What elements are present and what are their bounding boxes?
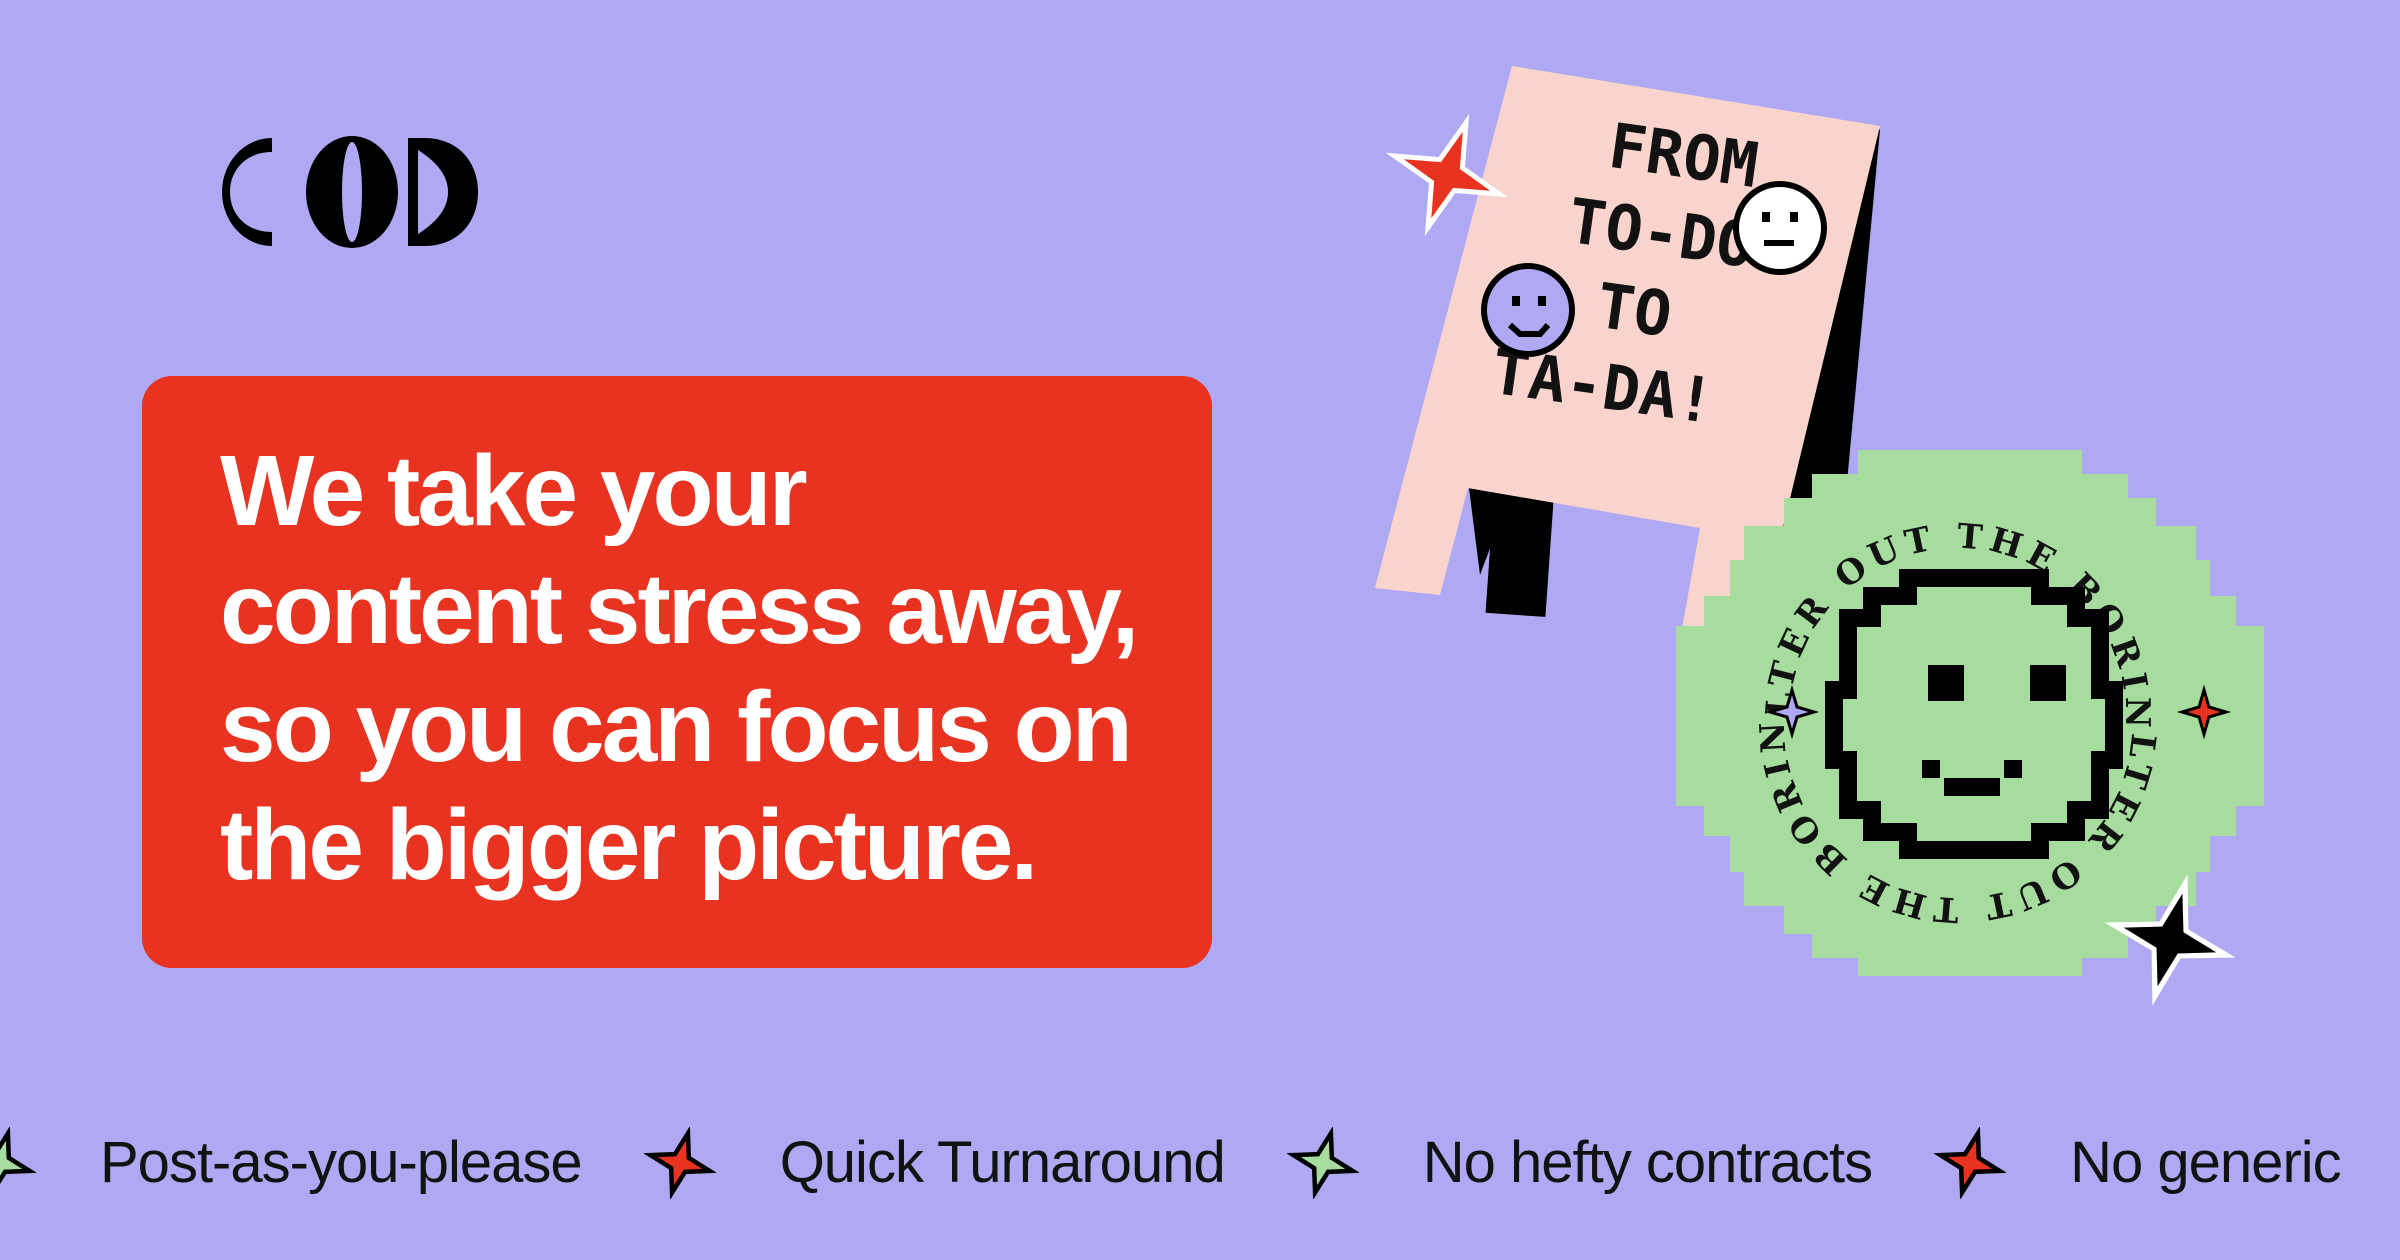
benefits-ticker: Post-as-you-please Quick Turnaround No h… [0, 1105, 2400, 1220]
headline: We take your content stress away, so you… [220, 432, 1139, 904]
sign-line: TO [1592, 269, 1676, 352]
ticker-item: No hefty contracts [1422, 1130, 1873, 1195]
logo-text: COD [482, 128, 483, 129]
headline-line: so you can focus on [220, 671, 1133, 783]
headline-line: content stress away, [220, 553, 1139, 665]
cod-logo: COD [212, 128, 482, 256]
ticker-row: Post-as-you-please Quick Turnaround No h… [0, 1105, 2400, 1220]
ticker-item: No generic [2070, 1130, 2341, 1195]
headline-line: We take your [220, 435, 808, 547]
sticker-illustration: FROM TO-DO TO TA-DA! FILTER OUT THE BORI… [1350, 50, 2264, 1006]
cod-logo-mark [222, 136, 478, 248]
green-star-icon [1286, 1126, 1359, 1199]
purple-smiley-icon [1481, 263, 1575, 357]
red-star-icon [643, 1126, 716, 1199]
headline-card: We take your content stress away, so you… [142, 376, 1212, 968]
ticker-item: Quick Turnaround [779, 1130, 1226, 1195]
green-star-icon [0, 1126, 36, 1199]
headline-line: the bigger picture. [220, 789, 1038, 901]
white-smiley-icon [1733, 181, 1827, 275]
red-star-icon [1934, 1126, 2007, 1199]
ticker-item: Post-as-you-please [100, 1130, 583, 1195]
